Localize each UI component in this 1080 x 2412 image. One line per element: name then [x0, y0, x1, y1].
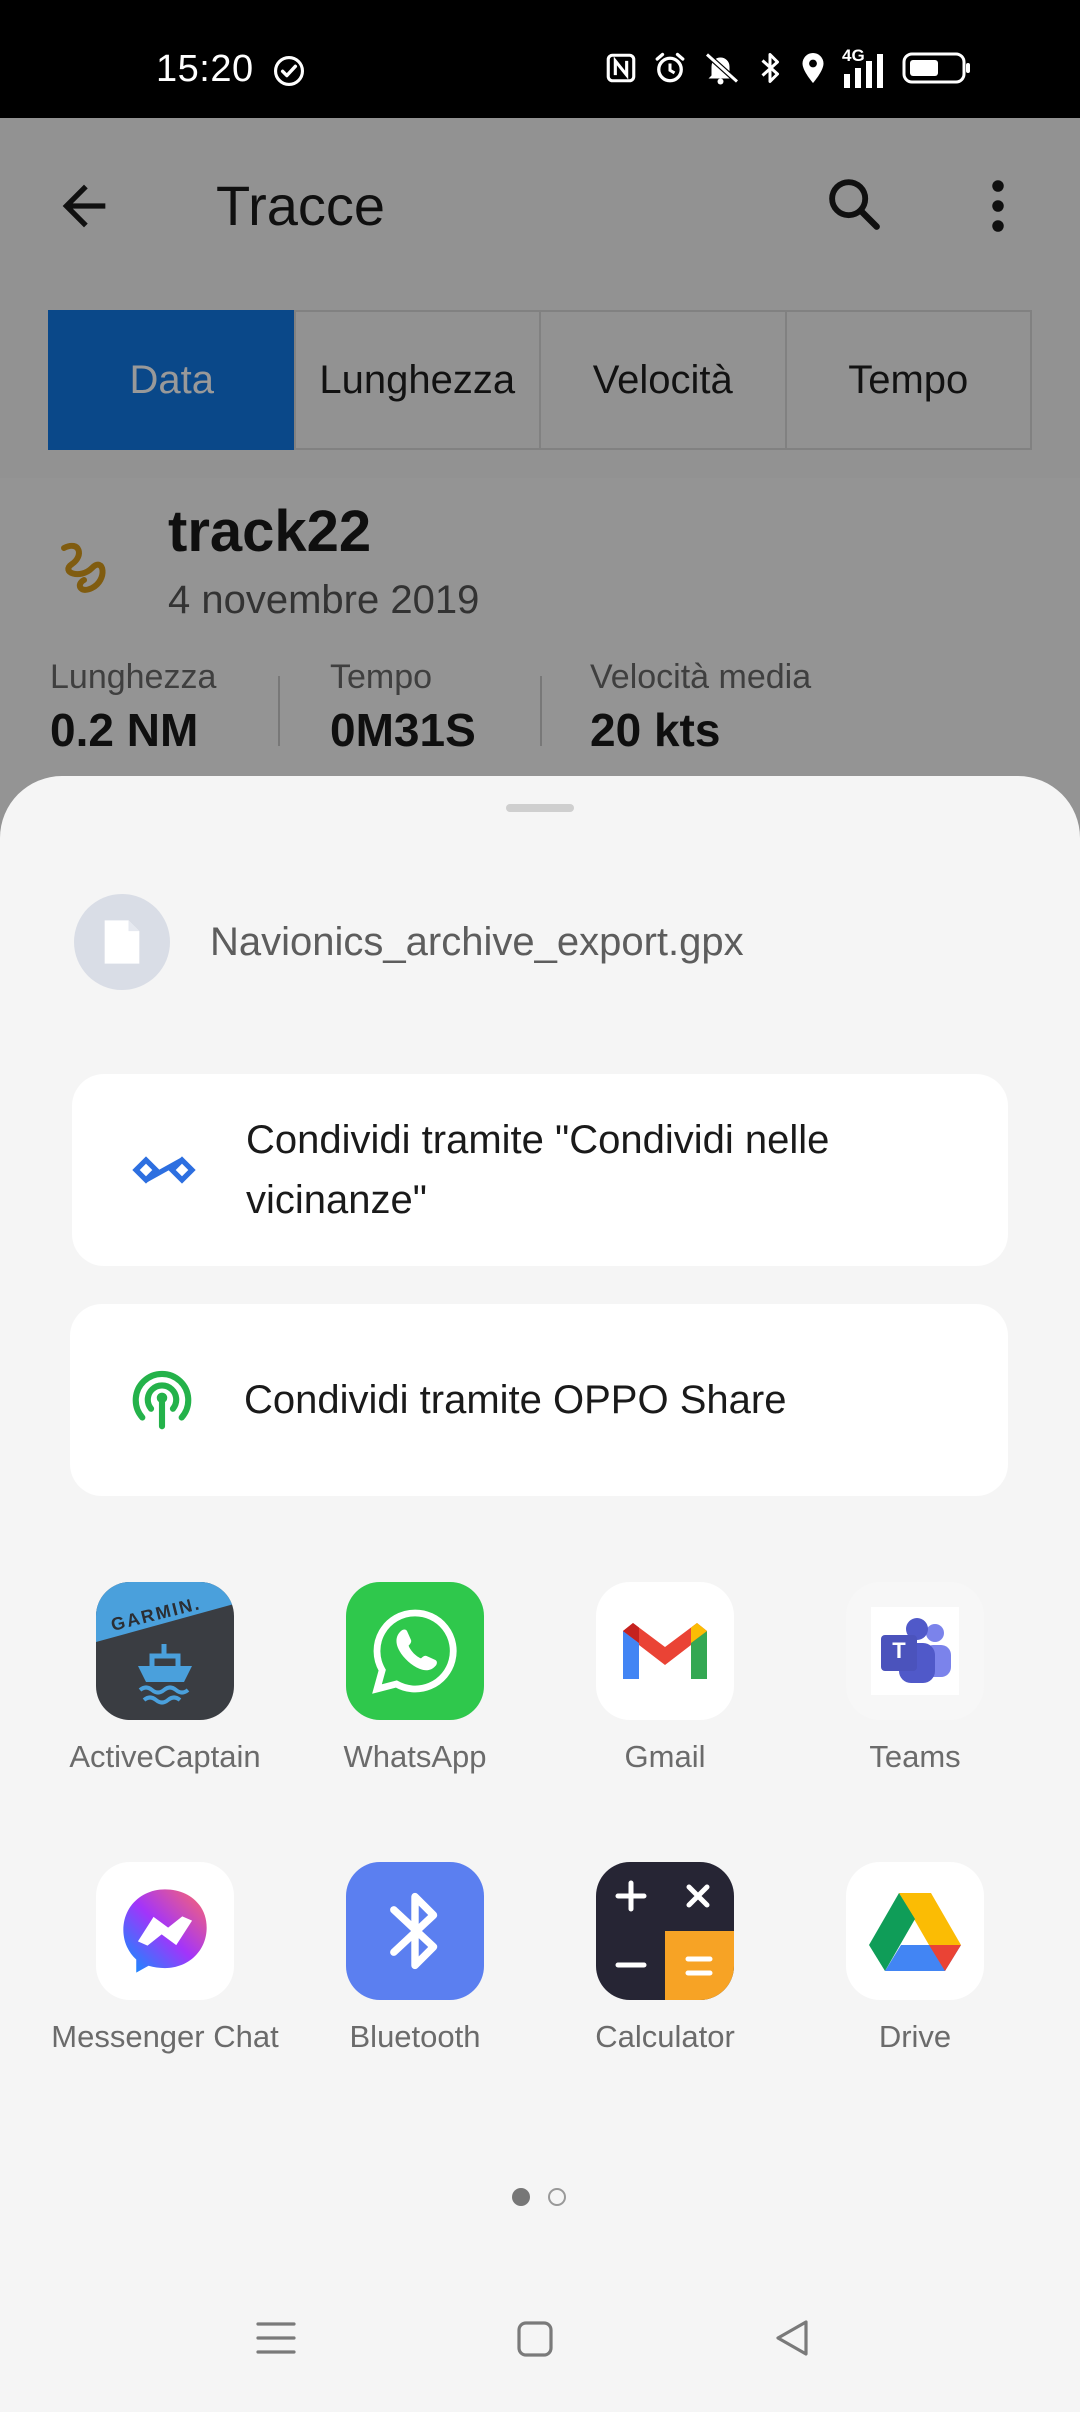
calculator-icon	[596, 1862, 734, 2000]
app-label: Messenger Chat	[51, 2019, 279, 2054]
nearby-share-icon	[122, 1128, 206, 1212]
nearby-share-button[interactable]: Condividi tramite "Condividi nelle vicin…	[72, 1074, 1008, 1266]
share-app-gmail[interactable]: Gmail	[540, 1582, 790, 1780]
nearby-share-label: Condividi tramite "Condividi nelle vicin…	[246, 1118, 830, 1222]
share-app-whatsapp[interactable]: WhatsApp	[290, 1582, 540, 1780]
location-icon	[798, 50, 828, 91]
check-circle-icon	[272, 54, 306, 93]
activecaptain-icon: GARMIN.	[96, 1582, 234, 1720]
share-sheet: Navionics_archive_export.gpx Condividi t…	[0, 776, 1080, 2412]
app-label: WhatsApp	[343, 1739, 487, 1774]
share-app-drive[interactable]: Drive	[790, 1862, 1040, 2060]
app-label: ActiveCaptain	[69, 1739, 261, 1774]
messenger-icon	[96, 1862, 234, 2000]
share-app-calculator[interactable]: Calculator	[540, 1862, 790, 2060]
page-dot[interactable]	[548, 2188, 566, 2206]
shared-file: Navionics_archive_export.gpx	[74, 894, 744, 990]
back-triangle-icon[interactable]	[772, 2318, 812, 2363]
bluetooth-icon	[756, 50, 784, 91]
home-icon[interactable]	[516, 2320, 554, 2363]
share-app-bluetooth[interactable]: Bluetooth	[290, 1862, 540, 2060]
share-app-messenger[interactable]: Messenger Chat	[40, 1862, 290, 2060]
app-label: Calculator	[595, 2019, 735, 2054]
status-icons: 4G	[604, 46, 972, 91]
status-time: 15:20	[156, 48, 254, 90]
gmail-icon	[596, 1582, 734, 1720]
share-app-activecaptain[interactable]: GARMIN. ActiveCaptain	[40, 1582, 290, 1780]
teams-logo-letter: T	[892, 1638, 906, 1663]
app-label: Drive	[878, 2019, 952, 2054]
page-indicator	[512, 2188, 566, 2206]
file-icon	[74, 894, 170, 990]
oppo-share-button[interactable]: Condividi tramite OPPO Share	[70, 1304, 1008, 1496]
battery-icon	[902, 51, 972, 90]
oppo-share-label: Condividi tramite OPPO Share	[244, 1378, 787, 1422]
page-dot-active	[512, 2188, 530, 2206]
recent-apps-icon[interactable]	[256, 2320, 296, 2361]
bluetooth-icon	[346, 1862, 484, 2000]
system-nav-bar	[0, 2312, 1080, 2412]
teams-icon: T	[846, 1582, 984, 1720]
nfc-icon	[604, 51, 638, 90]
oppo-share-icon	[120, 1358, 204, 1442]
drive-icon	[846, 1862, 984, 2000]
status-bar: 15:20 4G	[0, 0, 1080, 118]
file-name: Navionics_archive_export.gpx	[210, 919, 744, 964]
share-app-teams[interactable]: T Teams	[790, 1582, 1040, 1780]
whatsapp-icon	[346, 1582, 484, 1720]
alarm-icon	[652, 50, 688, 91]
app-label: Gmail	[624, 1739, 706, 1774]
app-label: Teams	[869, 1739, 961, 1774]
signal-icon: 4G	[842, 46, 888, 90]
sheet-grabber[interactable]	[506, 804, 574, 812]
app-label: Bluetooth	[349, 2019, 481, 2054]
mute-icon	[702, 50, 742, 91]
